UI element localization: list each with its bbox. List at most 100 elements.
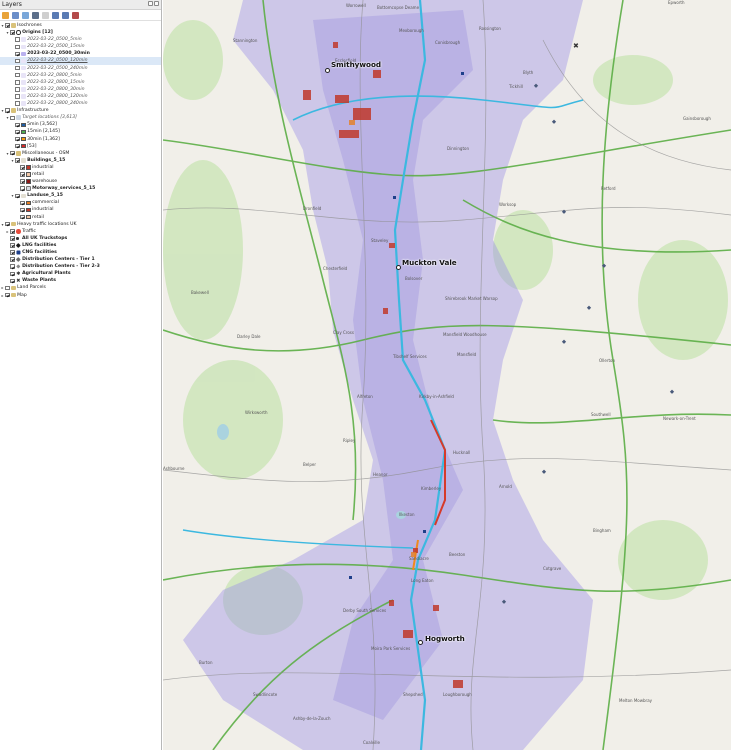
layer-label: 2023-03-22_0500_30min (27, 51, 90, 57)
layer-waste[interactable]: ✖ Waste Plants (0, 277, 161, 284)
legend-target-30min[interactable]: 30min [1,362] (0, 136, 161, 143)
layer-targets[interactable]: ▾ Target locations [3,613] (0, 114, 161, 121)
filter-legend-icon[interactable] (32, 11, 39, 19)
layer-checkbox[interactable] (10, 271, 15, 277)
layer-checkbox[interactable] (15, 143, 20, 149)
polygon-layer-icon (21, 193, 26, 199)
layer-dc-tier23[interactable]: Distribution Centers - Tier 2-3 (0, 263, 161, 270)
layer-land-parcels[interactable]: ▸ Land Parcels (0, 284, 161, 291)
layer-agricultural[interactable]: ✱ Agricultural Plants (0, 270, 161, 277)
layer-isochrone-o5[interactable]: 2023-03-22_0500_240min (0, 65, 161, 72)
layer-isochrone-o4[interactable]: 2023-03-22_0500_120min (0, 57, 161, 65)
layer-checkbox[interactable] (5, 285, 10, 291)
layer-lng[interactable]: LNG facilities (0, 242, 161, 249)
layer-buildings[interactable]: ▾ Buildings_5_15 (0, 157, 161, 164)
polygon-layer-icon (21, 58, 26, 64)
layer-checkbox[interactable] (15, 94, 20, 99)
layer-checkbox[interactable] (20, 207, 25, 213)
layer-checkbox[interactable] (20, 214, 25, 220)
legend-buildings-retail[interactable]: retail (0, 171, 161, 178)
layer-checkbox[interactable] (5, 108, 10, 113)
layer-checkbox[interactable] (15, 193, 20, 199)
layer-checkbox[interactable] (10, 257, 15, 262)
filter-by-expression-icon[interactable] (42, 11, 49, 19)
layer-checkbox[interactable] (15, 72, 20, 78)
layer-checkbox[interactable] (20, 200, 25, 206)
layer-label: LNG facilities (22, 242, 57, 248)
layer-checkbox[interactable] (20, 186, 25, 191)
add-group-icon[interactable] (12, 11, 19, 19)
layer-checkbox[interactable] (15, 87, 20, 92)
layer-checkbox[interactable] (10, 150, 15, 156)
layer-isochrone-o6[interactable]: 2023-03-22_0800_5min (0, 72, 161, 79)
close-panel-button[interactable] (154, 1, 159, 6)
layer-isochrone-o8[interactable]: 2023-03-22_0800_30min (0, 86, 161, 93)
layer-checkbox[interactable] (20, 172, 25, 177)
map-canvas[interactable]: ✖ Worrowell Bottomcopse Deame Stanningto… (163, 0, 731, 750)
origin-marker[interactable] (325, 68, 330, 73)
layer-checkbox[interactable] (5, 292, 10, 298)
layer-checkbox[interactable] (5, 23, 10, 28)
map-label: Epworth (668, 0, 685, 5)
legend-landuse-commercial[interactable]: commercial (0, 199, 161, 206)
layer-checkbox[interactable] (15, 129, 20, 135)
legend-target-other[interactable]: [53] (0, 143, 161, 150)
layer-isochrone-o7[interactable]: 2023-03-22_0800_15min (0, 79, 161, 86)
layer-checkbox[interactable] (15, 80, 20, 85)
layer-group-infrastructure[interactable]: ▾ Infrastructure (0, 107, 161, 114)
manage-visibility-icon[interactable] (22, 11, 29, 19)
layer-checkbox[interactable] (15, 58, 20, 64)
layer-cng[interactable]: CNG facilities (0, 249, 161, 256)
layer-traffic[interactable]: ▸ Traffic (0, 228, 161, 235)
float-panel-button[interactable] (148, 1, 153, 6)
layer-group-heavy-traffic[interactable]: ▾ Heavy traffic locations UK (0, 221, 161, 228)
layer-checkbox[interactable] (15, 65, 20, 71)
origin-marker[interactable] (418, 640, 423, 645)
layer-isochrone-o10[interactable]: 2023-03-22_0800_240min (0, 100, 161, 107)
layer-checkbox[interactable] (15, 136, 20, 142)
layer-checkbox[interactable] (15, 44, 20, 50)
layer-isochrone-o2[interactable]: 2023-03-22_0500_15min (0, 43, 161, 50)
layer-checkbox[interactable] (10, 236, 15, 241)
layer-checkbox[interactable] (10, 229, 15, 234)
diamond-marker-icon (16, 264, 21, 269)
expand-all-icon[interactable] (52, 11, 59, 19)
layer-checkbox[interactable] (15, 51, 20, 57)
map-label: Ashbourne (163, 466, 185, 471)
layer-checkbox[interactable] (15, 158, 20, 163)
layer-checkbox[interactable] (20, 179, 25, 184)
legend-target-15min[interactable]: 15min [2,145] (0, 128, 161, 135)
layer-group-misc[interactable]: ▾ Miscellaneous - OSM (0, 150, 161, 157)
layer-truckstops[interactable]: All UK Truckstops (0, 235, 161, 242)
open-layer-styling-icon[interactable] (2, 11, 9, 19)
layer-isochrone-o1[interactable]: 2023-03-22_0500_5min (0, 36, 161, 43)
legend-buildings-industrial[interactable]: industrial (0, 164, 161, 171)
legend-target-5min[interactable]: 5min [3,562] (0, 121, 161, 128)
layer-group-isochrones[interactable]: ▾ Isochrones (0, 22, 161, 29)
layer-isochrone-o9[interactable]: 2023-03-22_0800_120min (0, 93, 161, 100)
layer-checkbox[interactable] (5, 221, 10, 227)
legend-landuse-industrial[interactable]: industrial (0, 206, 161, 213)
layer-checkbox[interactable] (10, 264, 15, 269)
collapse-all-icon[interactable] (62, 11, 69, 19)
layer-dc-tier1[interactable]: Distribution Centers - Tier 1 (0, 256, 161, 263)
layer-checkbox[interactable] (10, 30, 15, 35)
origin-marker[interactable] (396, 265, 401, 270)
map-label: Bolsover (405, 276, 423, 281)
layer-checkbox[interactable] (15, 101, 20, 106)
layer-checkbox[interactable] (10, 278, 15, 284)
layer-checkbox[interactable] (20, 165, 25, 170)
layer-isochrone-o3[interactable]: 2023-03-22_0500_30min (0, 50, 161, 57)
legend-landuse-retail[interactable]: retail (0, 214, 161, 221)
legend-buildings-warehouse[interactable]: warehouse (0, 178, 161, 185)
layer-checkbox[interactable] (10, 243, 15, 248)
layer-checkbox[interactable] (15, 37, 20, 42)
layer-checkbox[interactable] (10, 250, 15, 255)
layer-origins[interactable]: ▾ Origins [12] (0, 29, 161, 36)
layer-motorway-services[interactable]: Motorway_services_5_15 (0, 185, 161, 192)
remove-layer-icon[interactable] (72, 11, 79, 19)
layer-checkbox[interactable] (15, 122, 20, 128)
layer-map[interactable]: ▸ Map (0, 292, 161, 299)
layer-landuse[interactable]: ▾ Landuse_5_15 (0, 192, 161, 199)
layer-checkbox[interactable] (10, 115, 15, 121)
